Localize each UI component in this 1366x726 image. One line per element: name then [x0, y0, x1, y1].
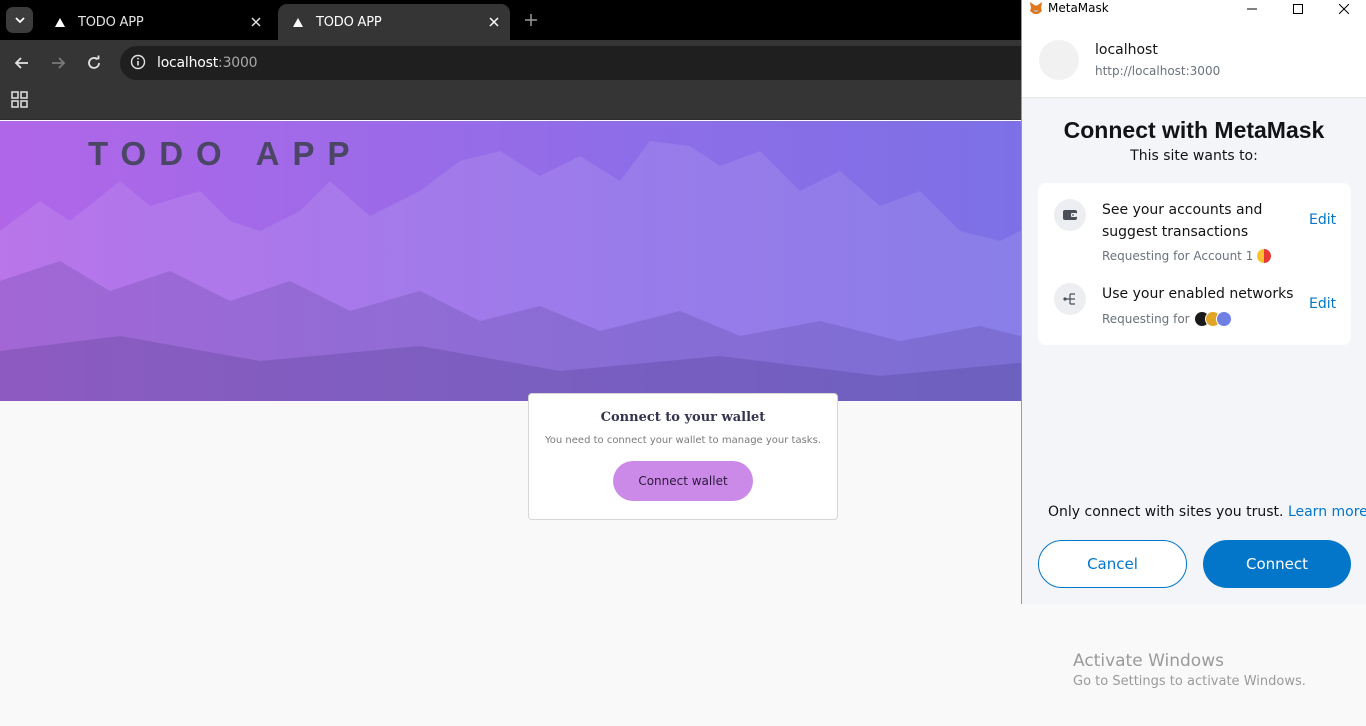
- forward-button[interactable]: [45, 50, 71, 76]
- triangle-favicon-icon: [290, 14, 306, 30]
- metamask-subheading: This site wants to:: [1130, 148, 1258, 164]
- maximize-button[interactable]: [1275, 0, 1321, 17]
- windows-activation-watermark: Activate Windows Go to Settings to activ…: [1073, 651, 1306, 689]
- tab-todo-app-1[interactable]: TODO APP: [40, 4, 272, 40]
- url-text[interactable]: localhost:3000: [157, 55, 258, 71]
- back-button[interactable]: [9, 50, 35, 76]
- close-tab-icon[interactable]: [246, 12, 266, 32]
- permission-networks-subtitle-text: Requesting for: [1102, 312, 1190, 326]
- chevron-down-icon: [14, 17, 25, 24]
- triangle-favicon-icon: [52, 14, 68, 30]
- trust-notice: Only connect with sites you trust. Learn…: [1048, 504, 1366, 520]
- metamask-heading: Connect with MetaMask: [1063, 117, 1325, 143]
- maximize-icon: [1293, 3, 1303, 14]
- metamask-popup-window: MetaMask localhost http://localhost:3000…: [1021, 0, 1366, 604]
- metamask-body: [1022, 98, 1366, 604]
- account-avatar-icon: [1257, 249, 1272, 263]
- permissions-card: See your accounts and suggest transactio…: [1038, 183, 1351, 345]
- metamask-site-header: localhost http://localhost:3000: [1022, 23, 1366, 98]
- permission-networks-subtitle: Requesting for: [1102, 311, 1232, 327]
- permission-accounts-subtitle-text: Requesting for Account 1: [1102, 249, 1254, 263]
- watermark-subtitle: Go to Settings to activate Windows.: [1073, 674, 1306, 689]
- permission-networks-title: Use your enabled networks: [1102, 286, 1294, 302]
- site-info-icon[interactable]: [128, 52, 148, 72]
- permission-accounts-subtitle: Requesting for Account 1: [1102, 249, 1272, 263]
- minimize-icon: [1247, 8, 1257, 9]
- permission-accounts-title: See your accounts and suggest transactio…: [1102, 202, 1263, 240]
- apps-grid-icon[interactable]: [10, 90, 30, 110]
- metamask-titlebar: MetaMask: [1022, 0, 1366, 17]
- reload-icon: [88, 55, 100, 69]
- ethereum-network-icon: [1215, 311, 1232, 327]
- site-avatar: [1039, 40, 1079, 80]
- connect-button[interactable]: Connect: [1203, 540, 1351, 588]
- url-host: localhost: [157, 55, 219, 71]
- card-description: You need to connect your wallet to manag…: [545, 435, 821, 446]
- close-icon: [1339, 3, 1349, 14]
- connect-wallet-button[interactable]: Connect wallet: [613, 461, 753, 501]
- network-icon: [1054, 283, 1086, 315]
- network-avatars: [1193, 311, 1232, 327]
- card-title: Connect to your wallet: [600, 410, 766, 425]
- site-url: http://localhost:3000: [1095, 64, 1221, 78]
- watermark-title: Activate Windows: [1073, 651, 1224, 671]
- tab-todo-app-2[interactable]: TODO APP: [278, 4, 510, 40]
- url-port: :3000: [218, 55, 258, 71]
- close-window-button[interactable]: [1321, 0, 1366, 17]
- tab-title: TODO APP: [316, 14, 382, 30]
- trust-notice-text: Only connect with sites you trust.: [1048, 504, 1284, 520]
- metamask-fox-icon: [1030, 2, 1042, 14]
- tab-title: TODO APP: [78, 14, 144, 30]
- close-tab-icon[interactable]: [484, 12, 504, 32]
- new-tab-button[interactable]: [519, 8, 543, 32]
- plus-icon: [525, 14, 537, 26]
- minimize-button[interactable]: [1229, 0, 1275, 17]
- arrow-right-icon: [52, 57, 66, 69]
- arrow-left-icon: [14, 57, 28, 69]
- app-title: TODO APP: [88, 135, 363, 172]
- cancel-button[interactable]: Cancel: [1038, 540, 1187, 588]
- wallet-icon: [1054, 199, 1086, 231]
- metamask-window-title: MetaMask: [1048, 1, 1109, 15]
- tab-search-button[interactable]: [6, 7, 33, 33]
- learn-more-link[interactable]: Learn more: [1288, 504, 1366, 520]
- edit-networks-button[interactable]: Edit: [1309, 296, 1336, 312]
- wallet-connect-card: Connect to your wallet You need to conne…: [528, 393, 838, 520]
- address-bar[interactable]: [120, 46, 1040, 80]
- edit-accounts-button[interactable]: Edit: [1309, 212, 1336, 228]
- reload-button[interactable]: [81, 50, 107, 76]
- site-name: localhost: [1095, 42, 1158, 58]
